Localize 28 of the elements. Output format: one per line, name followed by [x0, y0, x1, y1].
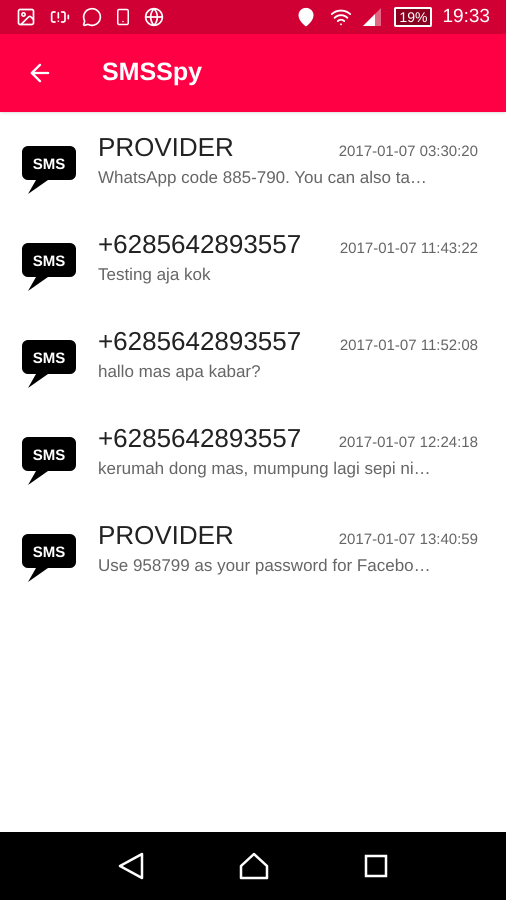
message-item[interactable]: SMS +6285642893557 2017-01-07 11:52:08 hallo mas apa kabar? [0, 324, 506, 421]
sender-name: +6285642893557 [98, 325, 302, 358]
message-preview: Use 958799 as your password for Facebo… [98, 555, 432, 577]
sms-bubble-icon: SMS [22, 340, 76, 390]
sender-name: +6285642893557 [98, 422, 302, 455]
message-time: 2017-01-07 13:40:59 [338, 530, 478, 550]
sender-name: +6285642893557 [98, 228, 302, 261]
message-preview: kerumah dong mas, mumpung lagi sepi ni… [98, 458, 432, 480]
message-item[interactable]: SMS PROVIDER 2017-01-07 13:40:59 Use 958799 as your password for Facebo… [0, 518, 506, 615]
sms-bubble-icon: SMS [22, 534, 76, 584]
message-preview: Testing aja kok [98, 264, 212, 286]
message-preview: hallo mas apa kabar? [98, 361, 262, 383]
message-item[interactable]: SMS +6285642893557 2017-01-07 11:43:22 Testing aja kok [0, 227, 506, 324]
sender-name: PROVIDER [98, 131, 234, 164]
toolbar-title: SMSSpy [102, 57, 202, 88]
message-preview: WhatsApp code 885-790. You can also ta… [98, 167, 428, 189]
message-time: 2017-01-07 03:30:20 [338, 142, 478, 162]
message-time: 2017-01-07 11:43:22 [340, 239, 478, 259]
message-time: 2017-01-07 12:24:18 [338, 433, 478, 453]
battery-level: 19% [394, 7, 432, 27]
sms-bubble-icon: SMS [22, 146, 76, 196]
message-time: 2017-01-07 11:52:08 [340, 336, 478, 356]
clock: 19:33 [442, 4, 490, 29]
message-item[interactable]: SMS PROVIDER 2017-01-07 03:30:20 WhatsApp code 885-790. You can also ta… [0, 130, 506, 227]
sender-name: PROVIDER [98, 519, 234, 552]
sms-bubble-icon: SMS [22, 243, 76, 293]
sms-bubble-icon: SMS [22, 437, 76, 487]
message-item[interactable]: SMS +6285642893557 2017-01-07 12:24:18 kerumah dong mas, mumpung lagi sepi ni… [0, 421, 506, 518]
